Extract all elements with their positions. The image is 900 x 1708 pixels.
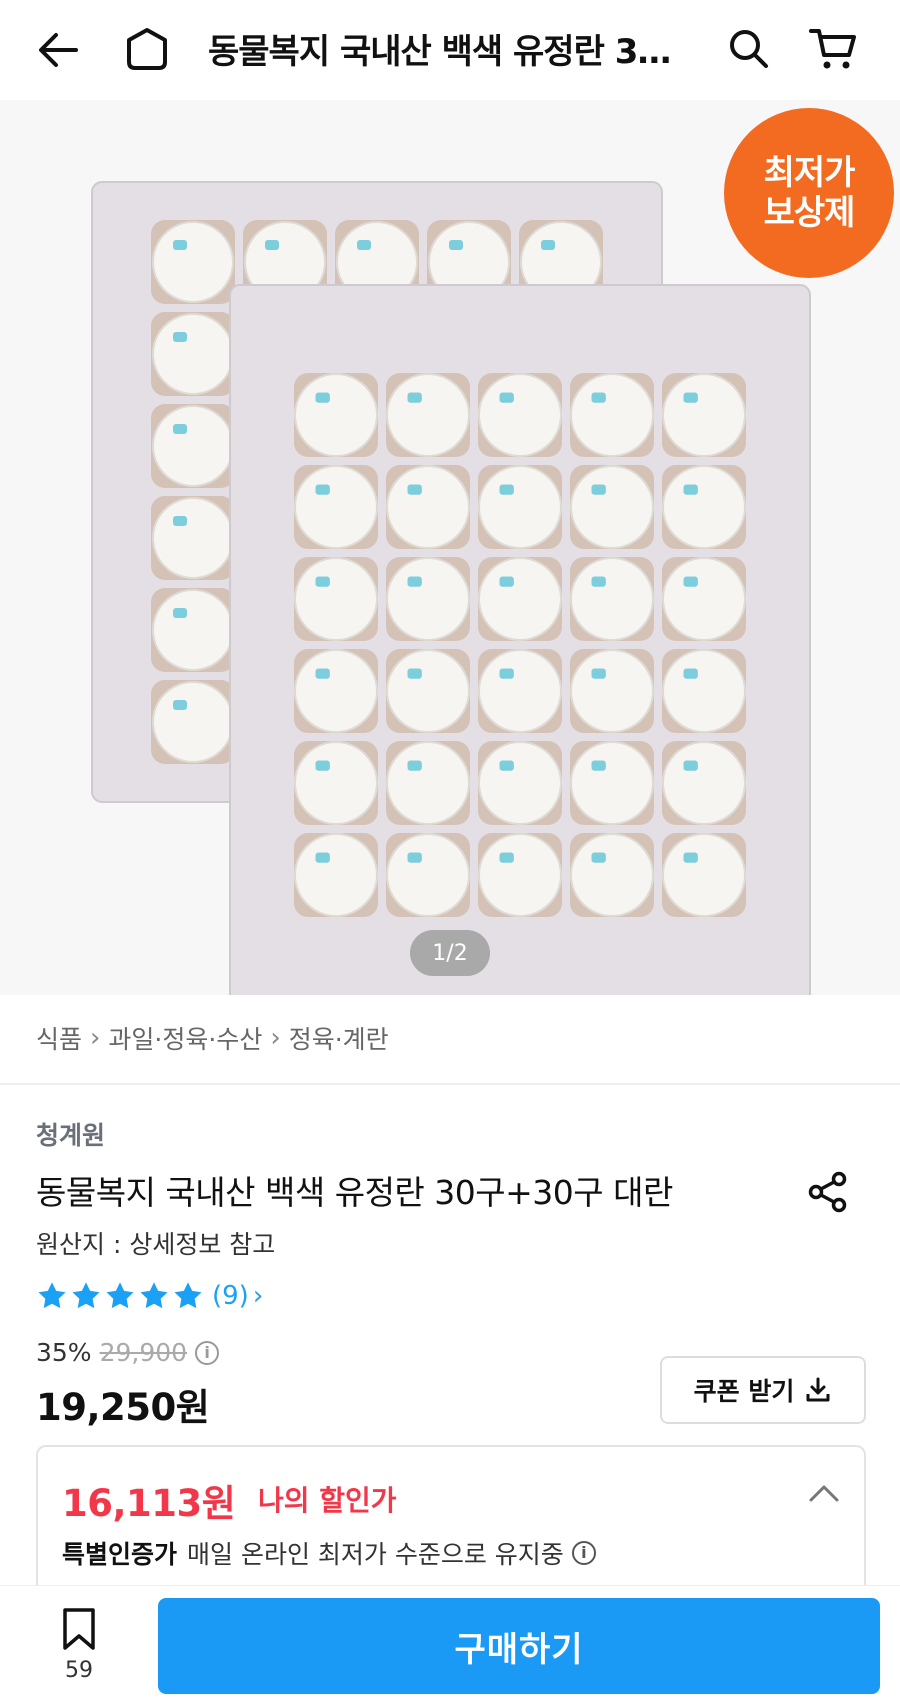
rating-summary[interactable]: (9) › xyxy=(36,1280,263,1312)
review-count: (9) xyxy=(212,1281,249,1311)
bookmark-icon xyxy=(63,1608,95,1650)
get-coupon-button[interactable]: 쿠폰 받기 xyxy=(660,1356,866,1424)
product-image-gallery[interactable]: 최저가 보상제 1/2 xyxy=(0,100,900,995)
breadcrumb-item-food[interactable]: 식품 xyxy=(36,1020,82,1056)
coupon-button-label: 쿠폰 받기 xyxy=(693,1377,795,1406)
section-divider xyxy=(0,1083,900,1085)
back-arrow-icon[interactable] xyxy=(34,26,82,74)
star-icon xyxy=(38,1282,66,1309)
star-icon xyxy=(106,1282,134,1309)
star-rating xyxy=(36,1280,204,1312)
origin-info: 원산지 : 상세정보 참고 xyxy=(36,1230,276,1259)
wishlist-count: 59 xyxy=(65,1658,93,1683)
chevron-right-icon: › xyxy=(270,1023,281,1053)
discount-rate: 35% xyxy=(36,1338,92,1367)
download-icon xyxy=(806,1377,830,1402)
bottom-action-bar: 59 구매하기 xyxy=(0,1585,900,1708)
breadcrumb-item-meat-eggs[interactable]: 정육·계란 xyxy=(289,1020,389,1056)
chevron-right-icon: › xyxy=(90,1023,101,1053)
info-icon[interactable]: i xyxy=(571,1541,596,1565)
badge-line-2: 보상제 xyxy=(763,193,856,233)
share-icon[interactable] xyxy=(806,1170,850,1218)
breadcrumb-item-fruit-meat-seafood[interactable]: 과일·정육·수산 xyxy=(108,1020,262,1056)
wishlist-button[interactable]: 59 xyxy=(44,1606,114,1683)
special-cert-price-row: 특별인증가 매일 온라인 최저가 수준으로 유지중 i xyxy=(62,1535,596,1571)
home-icon[interactable] xyxy=(122,24,172,74)
lowest-price-guarantee-badge: 최저가 보상제 xyxy=(724,108,894,278)
my-discount-label: 나의 할인가 xyxy=(258,1484,397,1517)
page-title: 동물복지 국내산 백색 유정란 3… xyxy=(208,32,671,72)
discount-row: 35% 29,900 i xyxy=(36,1338,220,1367)
buy-button[interactable]: 구매하기 xyxy=(158,1598,880,1694)
image-pager: 1/2 xyxy=(410,930,490,976)
chevron-right-icon: › xyxy=(252,1281,264,1311)
search-icon[interactable] xyxy=(724,24,772,72)
star-icon xyxy=(140,1282,168,1309)
breadcrumb: 식품 › 과일·정육·수산 › 정육·계란 xyxy=(36,1020,389,1056)
info-icon[interactable]: i xyxy=(195,1340,220,1365)
original-price: 29,900 xyxy=(99,1338,188,1367)
special-cert-title: 특별인증가 xyxy=(62,1540,178,1569)
product-title: 동물복지 국내산 백색 유정란 30구+30구 대란 xyxy=(36,1173,673,1212)
brand-name[interactable]: 청계원 xyxy=(36,1116,105,1152)
top-app-bar: 동물복지 국내산 백색 유정란 3… xyxy=(0,0,900,100)
special-cert-desc: 매일 온라인 최저가 수준으로 유지중 xyxy=(187,1540,564,1569)
chevron-up-icon[interactable] xyxy=(808,1483,840,1507)
sale-price: 19,250원 xyxy=(36,1386,210,1429)
badge-line-1: 최저가 xyxy=(763,153,856,193)
cart-icon[interactable] xyxy=(808,24,860,74)
star-icon xyxy=(174,1282,202,1309)
my-discount-price: 16,113원 xyxy=(62,1482,236,1525)
star-icon xyxy=(72,1282,100,1309)
